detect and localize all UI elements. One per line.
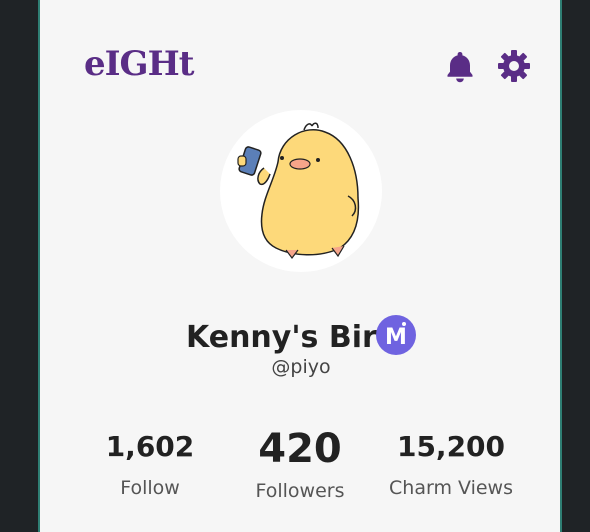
charm-views-label: Charm Views bbox=[389, 477, 513, 499]
stat-followers[interactable]: 420 Followers bbox=[240, 426, 360, 502]
profile-name: Kenny's Bird bbox=[186, 320, 399, 355]
badge-letter: M bbox=[385, 325, 407, 350]
bird-illustration bbox=[237, 122, 360, 259]
membership-badge-icon[interactable]: M bbox=[376, 315, 416, 355]
stat-follow[interactable]: 1,602 Follow bbox=[90, 430, 210, 499]
avatar[interactable] bbox=[220, 110, 382, 272]
follow-label: Follow bbox=[120, 477, 180, 499]
profile-name-row: Kenny's Bird M bbox=[0, 312, 590, 360]
charm-views-count: 15,200 bbox=[396, 430, 506, 463]
followers-label: Followers bbox=[255, 480, 345, 502]
gear-icon[interactable] bbox=[496, 48, 532, 84]
stat-charm-views[interactable]: 15,200 Charm Views bbox=[380, 430, 522, 499]
bell-icon[interactable] bbox=[442, 48, 478, 84]
app-logo[interactable]: eIGHt bbox=[84, 44, 194, 84]
followers-count: 420 bbox=[258, 426, 342, 472]
profile-handle: @piyo bbox=[271, 356, 331, 378]
follow-count: 1,602 bbox=[105, 430, 195, 463]
